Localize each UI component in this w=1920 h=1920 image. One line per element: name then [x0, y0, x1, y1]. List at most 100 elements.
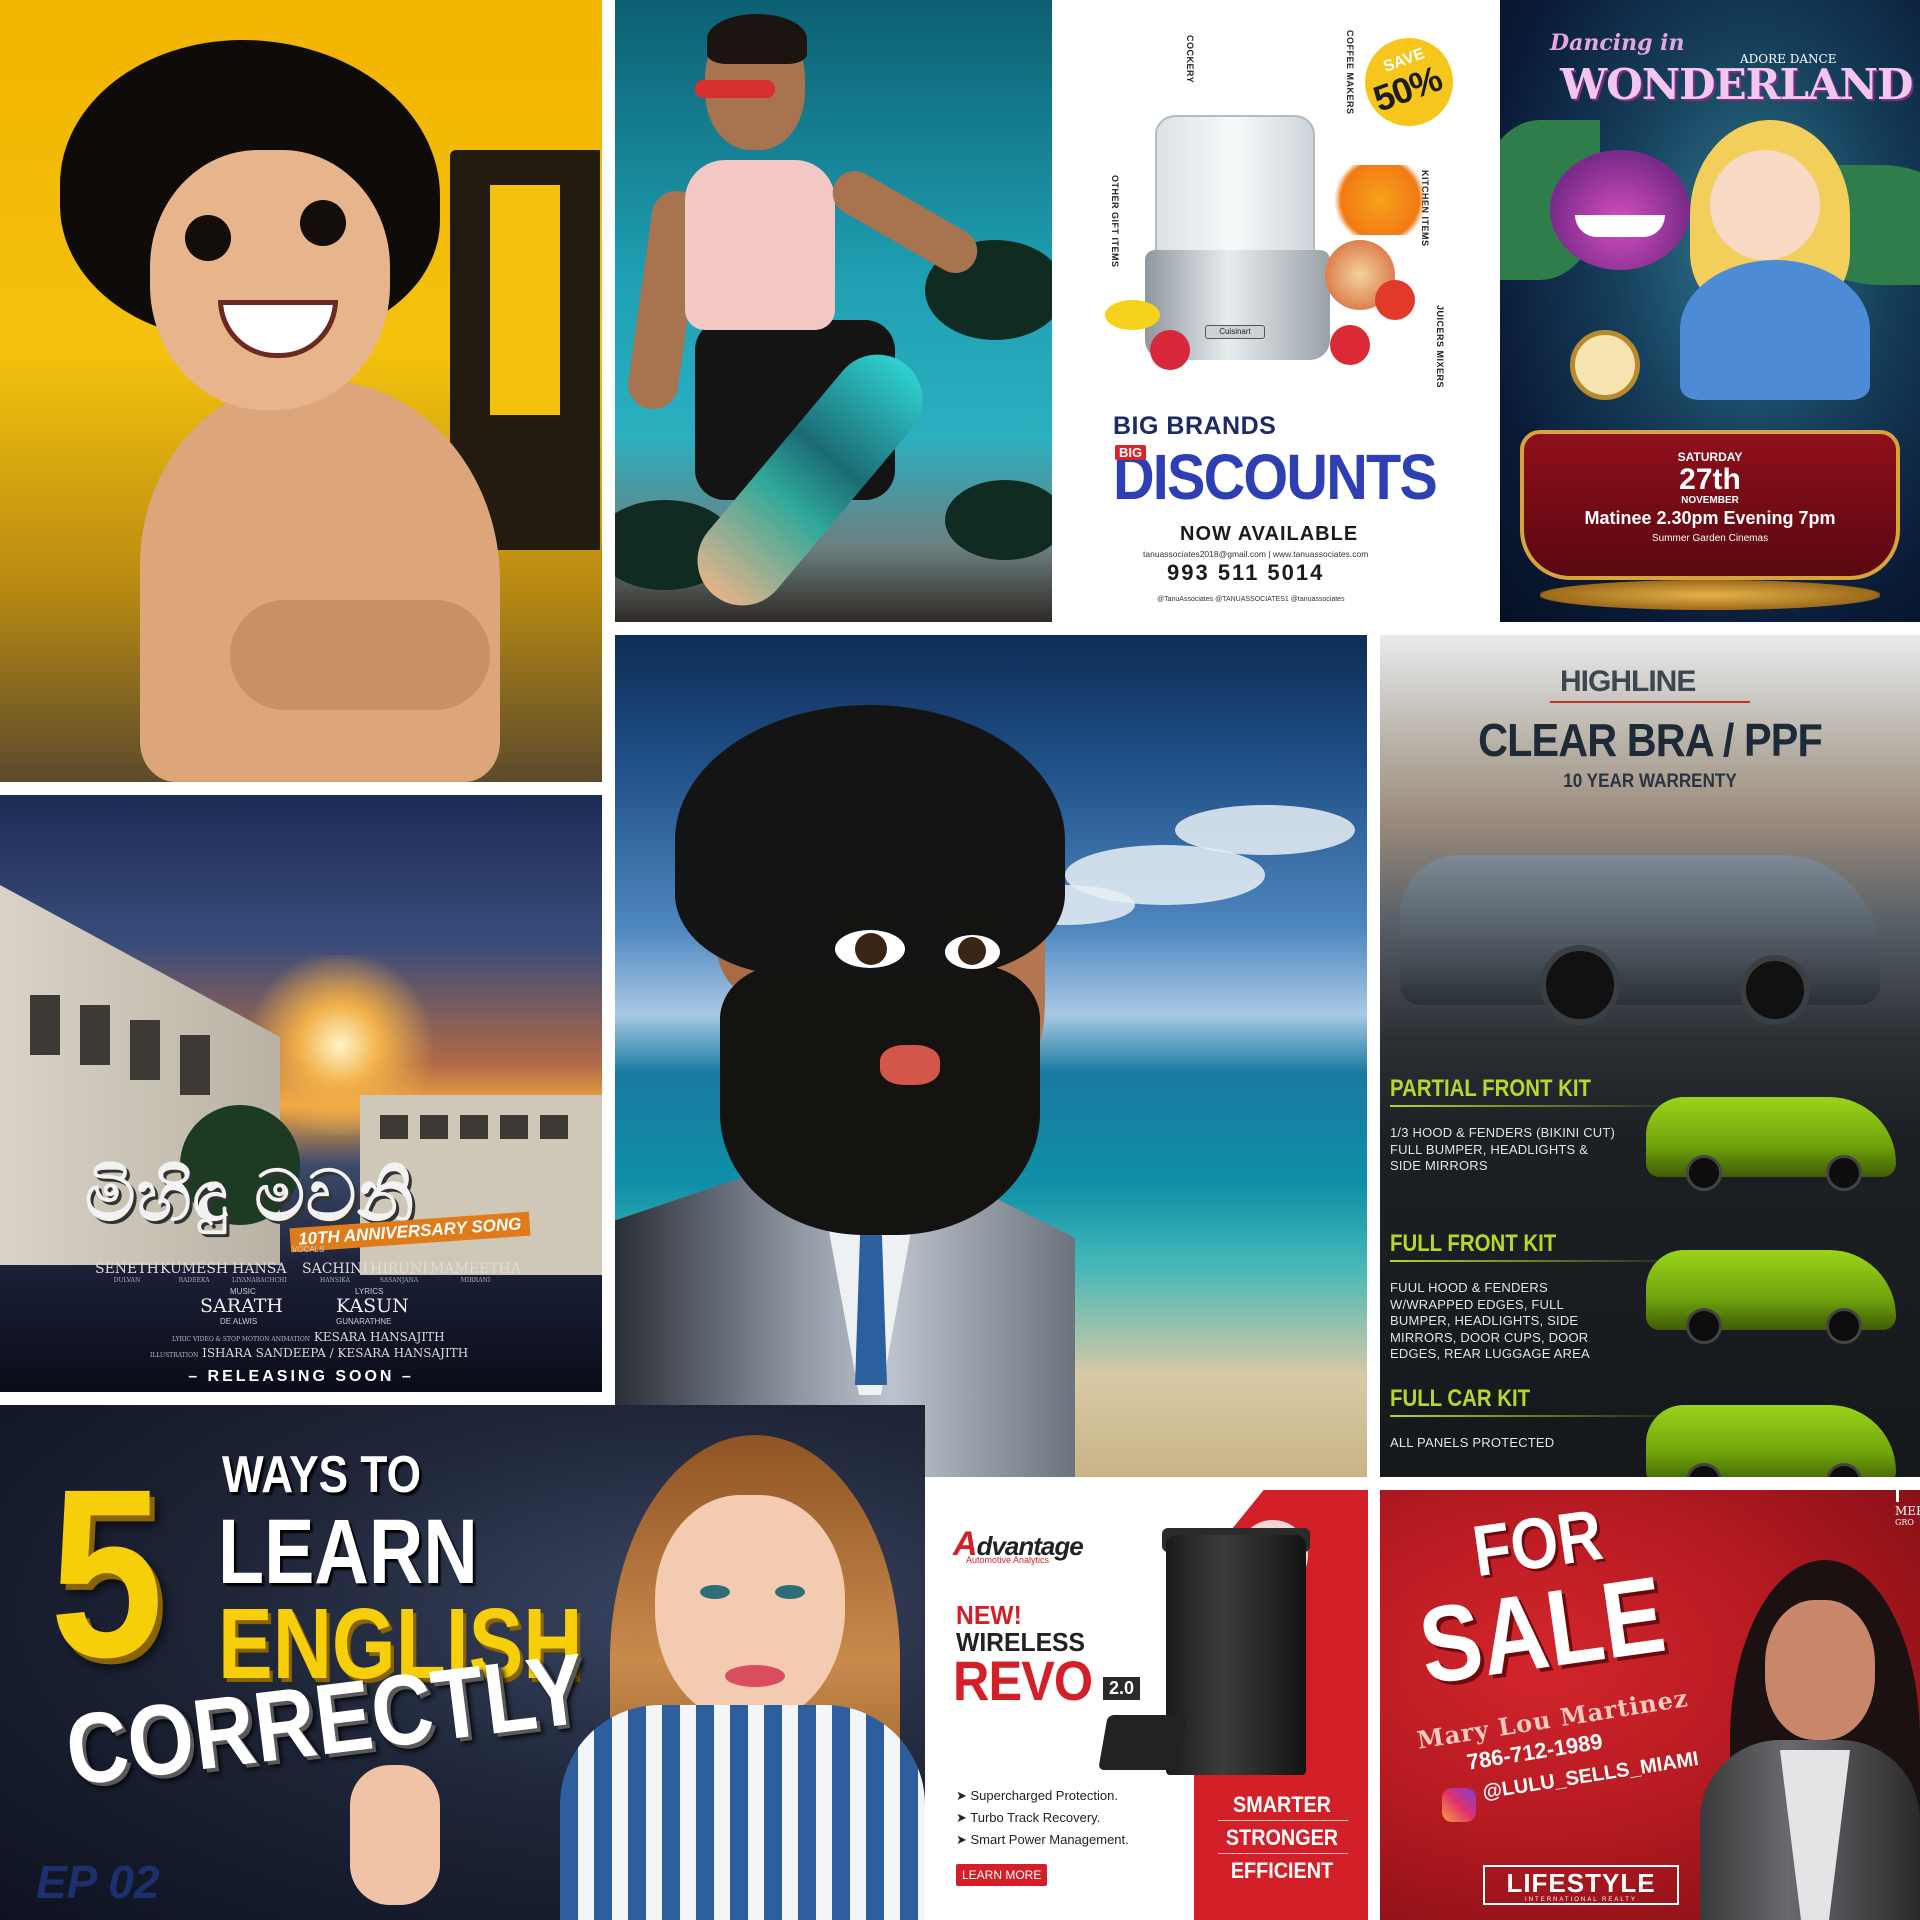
revo-device: [1166, 1535, 1306, 1775]
lychee: [1150, 330, 1190, 370]
title-big-brands: BIG BRANDS: [1113, 412, 1277, 440]
learn-more-button[interactable]: LEARN MORE: [956, 1864, 1048, 1886]
side-label: COCKERY: [1185, 35, 1195, 84]
for-sale-realtor-tile: MER GRO FOR SALE Mary Lou Martinez 786-7…: [1380, 1490, 1920, 1920]
section-divider: [1390, 1260, 1690, 1262]
learn-english-thumbnail-tile: 5 WAYS TO LEARN ENGLISH CORRECTLY EP 02: [0, 1405, 925, 1920]
caricature-yellow-tile: [0, 0, 602, 782]
singer-name: HANSA LIYANARACHCHI: [232, 1261, 287, 1284]
corner-brand: MER: [1895, 1504, 1920, 1518]
cheshire-cat: [1550, 150, 1690, 270]
section-description: 1/3 HOOD & FENDERS (BIKINI CUT) FULL BUM…: [1390, 1125, 1616, 1173]
bullet-item: ➤ Smart Power Management.: [956, 1832, 1129, 1847]
juice-splash: [1325, 165, 1435, 235]
mihindu-song-poster-tile: මිහිඳු මවනි 10TH ANNIVERSARY SONG VOCALS…: [0, 795, 602, 1392]
strawberry: [1330, 325, 1370, 365]
contact-line: tanuassociates2018@gmail.com | www.tanua…: [1143, 549, 1369, 559]
now-available: NOW AVAILABLE: [1180, 523, 1359, 545]
caricature-crossed-arms: [230, 600, 490, 710]
singer-name: HIRUNI SASANJANA: [370, 1261, 428, 1284]
title-discounts: DISCOUNTS: [1113, 441, 1438, 513]
music-composer: SARATH: [200, 1295, 283, 1317]
food-processor-bowl: [1155, 115, 1315, 265]
caricature-eye-right: [300, 200, 346, 246]
green-car-full: [1646, 1405, 1896, 1477]
title-wonderland: WONDERLAND: [1560, 60, 1913, 109]
section-divider: [1390, 1415, 1690, 1417]
discounts-flyer-tile: COCKERY COFFEE MAKERS KITCHEN ITEMS OTHE…: [1065, 0, 1499, 622]
appliance-brand: Cuisinart: [1219, 327, 1251, 336]
headline: CLEAR BRA / PPF: [1478, 714, 1823, 766]
video-credit: LYRIC VIDEO & STOP MOTION ANIMATION KESA…: [172, 1330, 445, 1344]
presenter-eye-right: [775, 1585, 805, 1599]
advantage-revo-ad-tile: Advantage Automotive Analytics NEW! WIRE…: [938, 1490, 1368, 1920]
skater-tank-top: [685, 160, 835, 330]
section-description: FUUL HOOD & FENDERS W/WRAPPED EDGES, FUL…: [1390, 1280, 1590, 1361]
title-dancing-in: Dancing in: [1550, 30, 1685, 56]
tagline-divider: [1218, 1853, 1348, 1854]
studio-name: ADORE DANCE: [1740, 52, 1837, 66]
wheel: [1740, 955, 1810, 1025]
gold-ornament: [1540, 580, 1880, 610]
window: [130, 1020, 160, 1080]
tagline: EFFICIENT: [1230, 1858, 1334, 1883]
charging-pad: [1098, 1715, 1188, 1770]
agent-face: [1765, 1600, 1875, 1740]
side-label: COFFEE MAKERS: [1345, 30, 1355, 115]
section-divider: [1390, 1105, 1690, 1107]
caricature-eye-left: [185, 215, 231, 261]
ways-to: WAYS TO: [222, 1446, 421, 1504]
releasing-soon: – RELEASING SOON –: [188, 1368, 414, 1385]
window: [80, 1005, 110, 1065]
side-label: OTHER GIFT ITEMS: [1110, 175, 1120, 268]
window: [420, 1115, 448, 1139]
banana: [1105, 300, 1160, 330]
highline-ppf-tile: HIGHLINE CLEAR BRA / PPF 10 YEAR WARRENT…: [1380, 635, 1920, 1477]
section-title: FULL CAR KIT: [1390, 1385, 1531, 1412]
window: [500, 1115, 528, 1139]
lips: [880, 1045, 940, 1085]
day: 27th: [1679, 463, 1741, 496]
section-title: PARTIAL FRONT KIT: [1390, 1075, 1591, 1102]
episode-label: EP 02: [36, 1856, 160, 1908]
window: [30, 995, 60, 1055]
vocals-label: VOCALS: [292, 1245, 325, 1254]
brand-logo: LIFESTYLE: [1506, 1868, 1656, 1898]
cheshire-cat-grin: [1575, 215, 1665, 237]
beach-caricature-tile: [615, 635, 1367, 1477]
bullet-item: ➤ Supercharged Protection.: [956, 1788, 1118, 1803]
green-car-partial: [1646, 1097, 1896, 1191]
illustration-credit: ILLUSTRATION ISHARA SANDEEPA / KESARA HA…: [150, 1346, 469, 1360]
window: [180, 1035, 210, 1095]
corner-logo-mark: [1896, 1490, 1920, 1502]
eyebrow-left: [825, 905, 905, 921]
wonderland-poster-tile: Dancing in WONDERLAND ADORE DANCE SATURD…: [1500, 0, 1920, 622]
palm-tree: [945, 480, 1052, 560]
singer-name: KUMESH RADEEKA: [160, 1261, 229, 1284]
music-composer-surname: DE ALWIS: [220, 1317, 258, 1326]
sale-text: SALE: [1412, 1552, 1672, 1707]
title-big-tag: BIG: [1115, 445, 1147, 460]
tagline-divider: [1218, 1820, 1348, 1821]
beard: [720, 965, 1040, 1235]
presenter-lips: [725, 1665, 785, 1687]
warranty: 10 YEAR WARRENTY: [1563, 771, 1737, 792]
wheel: [1540, 945, 1620, 1025]
presenter-face: [655, 1495, 845, 1725]
tagline: STRONGER: [1225, 1825, 1339, 1850]
cloud: [1175, 805, 1355, 855]
bullet-item: ➤ Turbo Track Recovery.: [956, 1810, 1101, 1825]
skater-sunglasses: [695, 80, 775, 98]
weekday: SATURDAY: [1677, 450, 1743, 464]
side-label: JUICERS MIXERS: [1435, 305, 1445, 389]
alice-dress: [1680, 260, 1870, 400]
section-description: ALL PANELS PROTECTED: [1390, 1435, 1555, 1450]
singer-name: SACHINI HANSIKA: [302, 1261, 368, 1284]
showtimes: Matinee 2.30pm Evening 7pm: [1584, 508, 1836, 528]
number-five: 5: [50, 1439, 164, 1707]
iris-left: [855, 933, 887, 965]
product-name: REVO: [953, 1649, 1093, 1712]
highline-logo: HIGHLINE: [1560, 665, 1696, 698]
caricature-body: [140, 380, 500, 782]
iris-right: [958, 937, 986, 965]
